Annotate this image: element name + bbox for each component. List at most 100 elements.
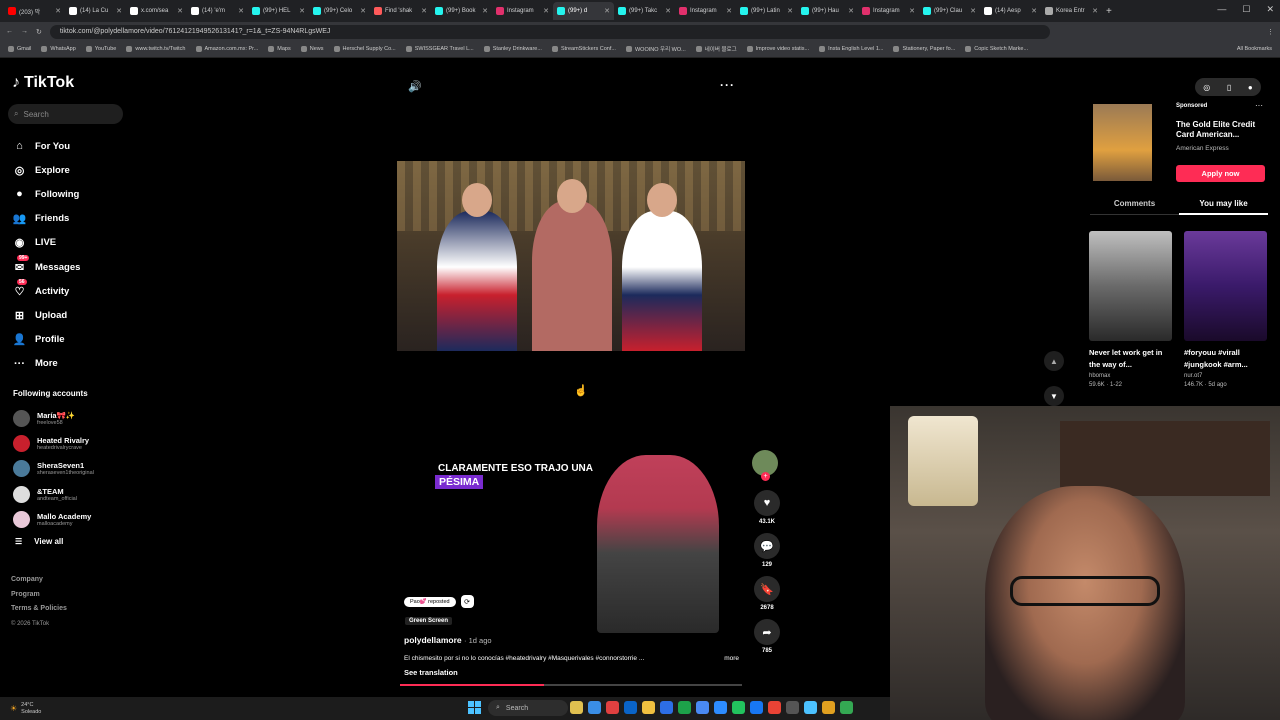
tab-close-icon[interactable]: ✕ bbox=[238, 7, 244, 15]
bookmark-item[interactable]: Copic Sketch Marke... bbox=[965, 46, 1028, 52]
nav-item-friends[interactable]: 👥 Friends bbox=[12, 207, 122, 231]
volume-icon[interactable]: 🔊 bbox=[408, 80, 422, 93]
bookmark-item[interactable]: Improve video statis... bbox=[746, 46, 809, 52]
like-button[interactable]: ♥ bbox=[754, 490, 780, 516]
tab-close-icon[interactable]: ✕ bbox=[604, 7, 610, 15]
tab-close-icon[interactable]: ✕ bbox=[177, 7, 183, 15]
taskbar-app-icon[interactable] bbox=[678, 701, 691, 714]
browser-tab[interactable]: (99+) Clau ✕ bbox=[919, 2, 980, 20]
taskbar-app-icon[interactable] bbox=[750, 701, 763, 714]
taskbar-app-icon[interactable] bbox=[642, 701, 655, 714]
browser-tab[interactable]: Instagram ✕ bbox=[858, 2, 919, 20]
tiktok-logo[interactable]: ♪ TikTok bbox=[12, 74, 74, 92]
search-input[interactable]: ⌕ Search bbox=[8, 104, 123, 124]
reload-icon[interactable]: ↻ bbox=[36, 28, 42, 36]
forward-icon[interactable]: → bbox=[21, 28, 28, 35]
bookmark-item[interactable]: News bbox=[300, 46, 324, 52]
taskbar-search[interactable]: ⌕ Search bbox=[488, 700, 568, 716]
all-bookmarks[interactable]: All Bookmarks bbox=[1237, 46, 1272, 52]
taskbar-app-icon[interactable] bbox=[696, 701, 709, 714]
see-translation-link[interactable]: See translation bbox=[404, 668, 458, 677]
taskbar-app-icon[interactable] bbox=[606, 701, 619, 714]
tab-close-icon[interactable]: ✕ bbox=[970, 7, 976, 15]
follow-plus-icon[interactable]: + bbox=[761, 472, 770, 481]
bookmark-item[interactable]: Stanley Drinkware... bbox=[483, 46, 542, 52]
footer-program[interactable]: Program bbox=[11, 588, 67, 603]
extensions-icon[interactable]: ⋮ bbox=[1267, 28, 1274, 36]
close-window-icon[interactable]: ✕ bbox=[1266, 4, 1274, 15]
browser-tab[interactable]: (99+) d ✕ bbox=[553, 2, 614, 20]
browser-tab[interactable]: (14) La Cu ✕ bbox=[65, 2, 126, 20]
taskbar-app-icon[interactable] bbox=[570, 701, 583, 714]
suggested-caption-2[interactable]: #foryouu #virall #jungkook #arm... bbox=[1184, 347, 1269, 371]
browser-tab[interactable]: (14) Aesp ✕ bbox=[980, 2, 1041, 20]
tab-close-icon[interactable]: ✕ bbox=[909, 7, 915, 15]
tab-close-icon[interactable]: ✕ bbox=[726, 7, 732, 15]
tab-close-icon[interactable]: ✕ bbox=[665, 7, 671, 15]
suggested-video-thumb-1[interactable] bbox=[1089, 231, 1172, 341]
browser-tab[interactable]: Instagram ✕ bbox=[492, 2, 553, 20]
bookmark-item[interactable]: Herschel Supply Co... bbox=[333, 46, 396, 52]
footer-terms[interactable]: Terms & Policies bbox=[11, 602, 67, 617]
bookmark-item[interactable]: WhatsApp bbox=[41, 46, 76, 52]
taskbar-app-icon[interactable] bbox=[786, 701, 799, 714]
tab-close-icon[interactable]: ✕ bbox=[848, 7, 854, 15]
window-controls[interactable]: — ☐ ✕ bbox=[1217, 4, 1274, 15]
taskbar-app-icon[interactable] bbox=[714, 701, 727, 714]
next-video-button[interactable]: ▼ bbox=[1044, 386, 1064, 406]
tab-close-icon[interactable]: ✕ bbox=[421, 7, 427, 15]
apply-now-button[interactable]: Apply now bbox=[1176, 165, 1265, 182]
back-icon[interactable]: ← bbox=[6, 28, 13, 35]
tab-close-icon[interactable]: ✕ bbox=[1031, 7, 1037, 15]
browser-tab[interactable]: x.com/sea ✕ bbox=[126, 2, 187, 20]
following-account[interactable]: &TEAM andteam_official bbox=[13, 482, 133, 507]
tab-close-icon[interactable]: ✕ bbox=[55, 7, 61, 15]
browser-tab[interactable]: (14) 'e'm ✕ bbox=[187, 2, 248, 20]
minimize-icon[interactable]: — bbox=[1217, 4, 1226, 15]
weather-widget[interactable]: ☀ 24°C Soleado bbox=[10, 702, 41, 716]
nav-item-following[interactable]: ● Following bbox=[12, 182, 122, 206]
bookmark-item[interactable]: 네이버 블로그 bbox=[695, 45, 737, 53]
comment-button[interactable]: 💬 bbox=[754, 533, 780, 559]
browser-tab[interactable]: (203) 막 ✕ bbox=[4, 2, 65, 20]
prev-video-button[interactable]: ▲ bbox=[1044, 351, 1064, 371]
bookmark-item[interactable]: Stationery, Paper fo... bbox=[893, 46, 955, 52]
repost-icon[interactable]: ⟳ bbox=[460, 595, 474, 608]
bookmark-item[interactable]: SWISSGEAR Travel L... bbox=[405, 46, 474, 52]
browser-tab[interactable]: Instagram ✕ bbox=[675, 2, 736, 20]
more-options-icon[interactable]: ··· bbox=[720, 78, 735, 92]
bookmark-item[interactable]: Maps bbox=[268, 46, 291, 52]
windows-start-icon[interactable] bbox=[468, 701, 481, 714]
nav-item-profile[interactable]: 👤 Profile bbox=[12, 328, 122, 352]
bookmark-item[interactable]: Amazon.com.mx: Pr... bbox=[195, 46, 258, 52]
share-button[interactable]: ➦ bbox=[754, 619, 780, 645]
following-account[interactable]: Heated Rivalry heatedrivalrycrave bbox=[13, 431, 133, 456]
suggested-author-2[interactable]: nur.ot7 bbox=[1184, 372, 1227, 381]
taskbar-app-icon[interactable] bbox=[840, 701, 853, 714]
ad-more-icon[interactable]: ··· bbox=[1255, 101, 1263, 110]
green-screen-tag[interactable]: Green Screen bbox=[405, 617, 453, 625]
browser-tab[interactable]: (99+) Takc ✕ bbox=[614, 2, 675, 20]
tab-close-icon[interactable]: ✕ bbox=[787, 7, 793, 15]
browser-tab[interactable]: Korea Entr ✕ bbox=[1041, 2, 1102, 20]
suggested-author-1[interactable]: hbomax bbox=[1089, 372, 1122, 381]
nav-item-explore[interactable]: ◎ Explore bbox=[12, 158, 122, 182]
new-tab-icon[interactable]: + bbox=[1106, 6, 1112, 17]
bookmark-item[interactable]: Gmail bbox=[8, 46, 31, 52]
maximize-icon[interactable]: ☐ bbox=[1242, 4, 1250, 15]
taskbar-app-icon[interactable] bbox=[732, 701, 745, 714]
following-account[interactable]: Mallo Academy malloacademy bbox=[13, 507, 133, 532]
video-player-previous[interactable] bbox=[397, 161, 745, 351]
following-account[interactable]: SheraSeven1 sheraseven1theoriginal bbox=[13, 456, 133, 481]
tab-close-icon[interactable]: ✕ bbox=[116, 7, 122, 15]
device-icon[interactable]: ▯ bbox=[1227, 83, 1231, 92]
footer-company[interactable]: Company bbox=[11, 573, 67, 588]
ad-title[interactable]: The Gold Elite Credit Card American... bbox=[1176, 120, 1266, 140]
tab-close-icon[interactable]: ✕ bbox=[543, 7, 549, 15]
tab-close-icon[interactable]: ✕ bbox=[360, 7, 366, 15]
suggested-video-thumb-2[interactable] bbox=[1184, 231, 1267, 341]
bookmark-item[interactable]: StreamStickers Conf... bbox=[551, 46, 616, 52]
bookmark-item[interactable]: WOOINO 우리 WO... bbox=[625, 45, 686, 53]
nav-item-live[interactable]: ◉ LIVE bbox=[12, 231, 122, 255]
browser-tab[interactable]: (99+) Celo ✕ bbox=[309, 2, 370, 20]
